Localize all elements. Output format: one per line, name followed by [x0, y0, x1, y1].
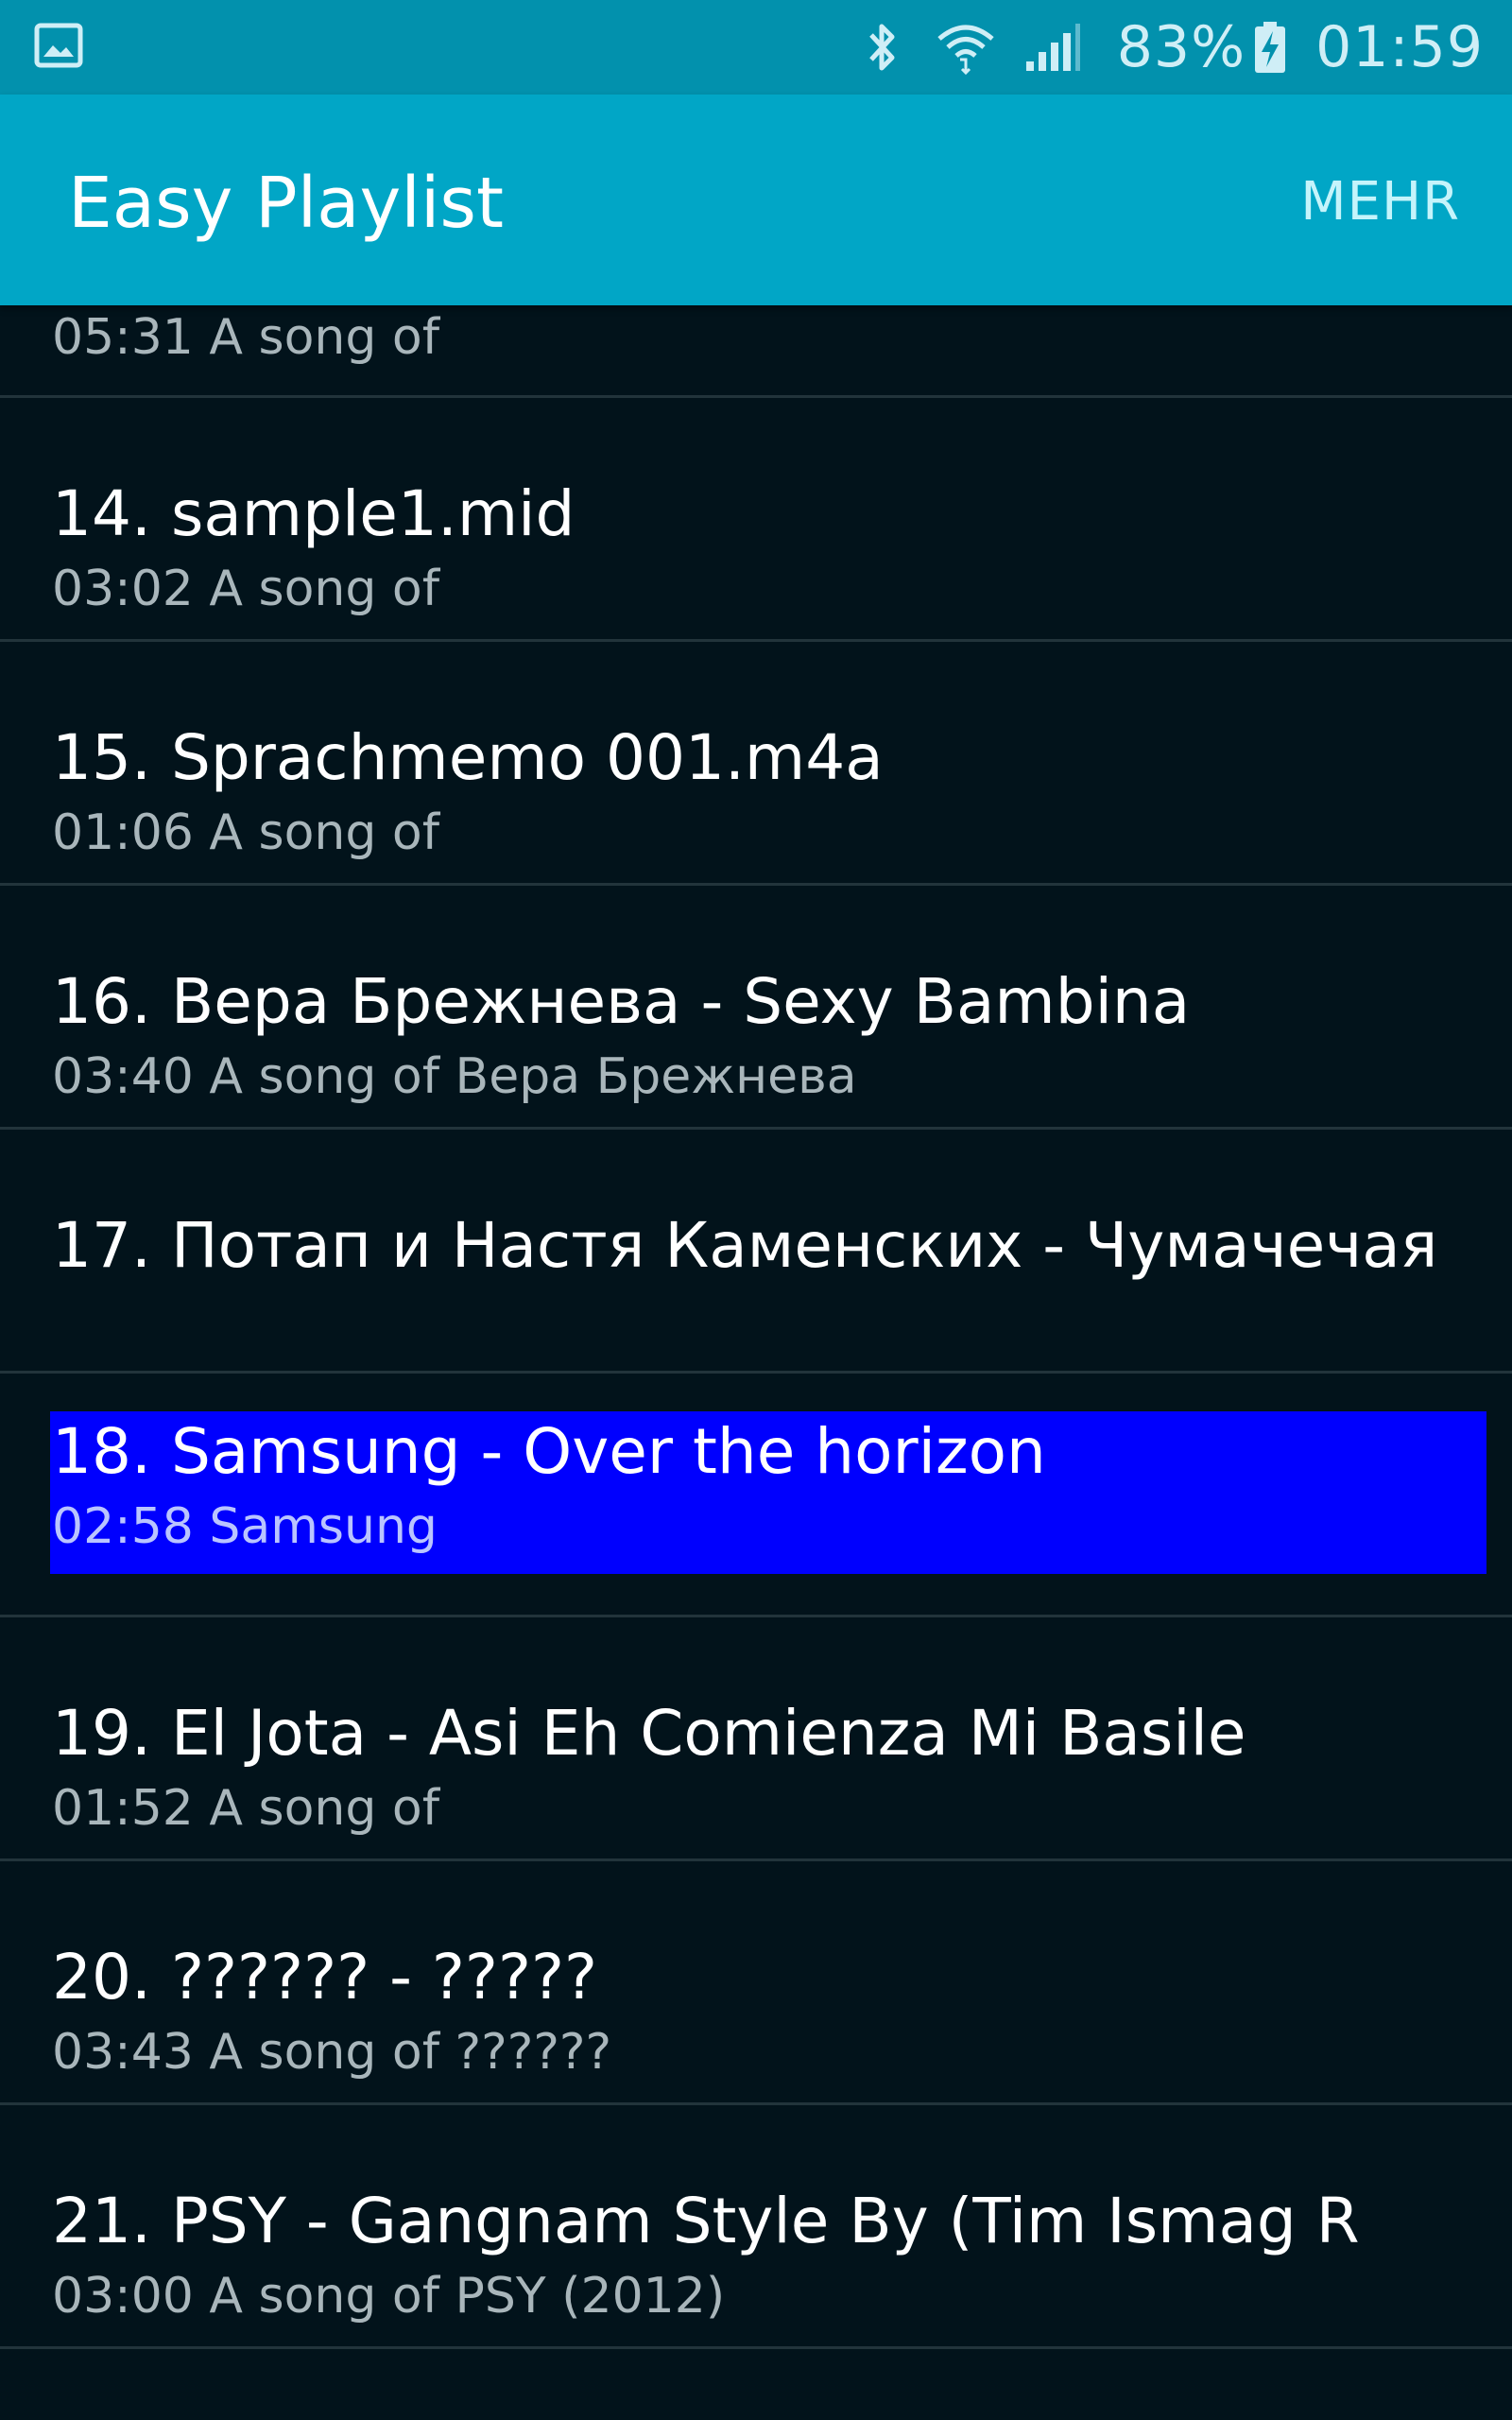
status-icons: 83% 01:59 — [862, 0, 1484, 95]
gallery-icon — [34, 23, 83, 68]
clock: 01:59 — [1315, 14, 1484, 80]
item-title: 14. sample1.mid — [52, 477, 576, 550]
item-title: 18. Samsung - Over the horizon — [52, 1415, 1046, 1488]
item-title: 20. ?????? - ????? — [52, 1941, 598, 2014]
item-subtitle: 05:31 A song of — [52, 309, 440, 366]
item-title: 15. Sprachmemo 001.m4a — [52, 721, 884, 794]
signal-icon — [1025, 24, 1080, 71]
item-title: 21. PSY - Gangnam Style By (Tim Ismag R — [52, 2185, 1360, 2257]
item-title: 17. Потап и Настя Каменских - Чумачечая — [52, 1209, 1438, 1282]
playlist-item[interactable]: 16. Вера Брежнева - Sexy Bambina 03:40 A… — [0, 886, 1512, 1130]
status-bar: 83% 01:59 — [0, 0, 1512, 95]
wifi-icon — [937, 25, 994, 75]
item-subtitle: 02:58 Samsung — [52, 1498, 438, 1555]
battery-percent: 83% — [1116, 14, 1246, 80]
playlist-item[interactable]: 19. El Jota - Asi Eh Comienza Mi Basile … — [0, 1617, 1512, 1861]
playlist-item[interactable]: 14. sample1.mid 03:02 A song of — [0, 398, 1512, 642]
item-subtitle: 01:52 A song of — [52, 1780, 440, 1837]
item-subtitle: 03:40 A song of Вера Брежнева — [52, 1048, 857, 1105]
app-title: Easy Playlist — [68, 163, 504, 244]
item-subtitle: 03:43 A song of ?????? — [52, 2024, 612, 2081]
playlist-item[interactable]: 17. Потап и Настя Каменских - Чумачечая — [0, 1130, 1512, 1374]
playlist: 05:31 A song of 14. sample1.mid 03:02 A … — [0, 305, 1512, 2349]
more-button[interactable]: MEHR — [1300, 166, 1460, 238]
item-subtitle: 03:00 A song of PSY (2012) — [52, 2268, 726, 2325]
playlist-item[interactable]: 05:31 A song of — [0, 305, 1512, 398]
action-bar: Easy Playlist MEHR — [0, 95, 1512, 305]
battery-charging-icon — [1255, 22, 1286, 73]
playlist-item[interactable]: 20. ?????? - ????? 03:43 A song of ?????… — [0, 1861, 1512, 2105]
playlist-item[interactable]: 15. Sprachmemo 001.m4a 01:06 A song of — [0, 642, 1512, 886]
item-title: 16. Вера Брежнева - Sexy Bambina — [52, 965, 1191, 1038]
playlist-item-selected[interactable]: 18. Samsung - Over the horizon 02:58 Sam… — [0, 1374, 1512, 1617]
item-subtitle: 01:06 A song of — [52, 804, 440, 861]
playlist-item[interactable]: 21. PSY - Gangnam Style By (Tim Ismag R … — [0, 2105, 1512, 2349]
bluetooth-icon — [868, 24, 895, 71]
item-title: 19. El Jota - Asi Eh Comienza Mi Basile — [52, 1697, 1246, 1770]
item-subtitle: 03:02 A song of — [52, 561, 440, 617]
